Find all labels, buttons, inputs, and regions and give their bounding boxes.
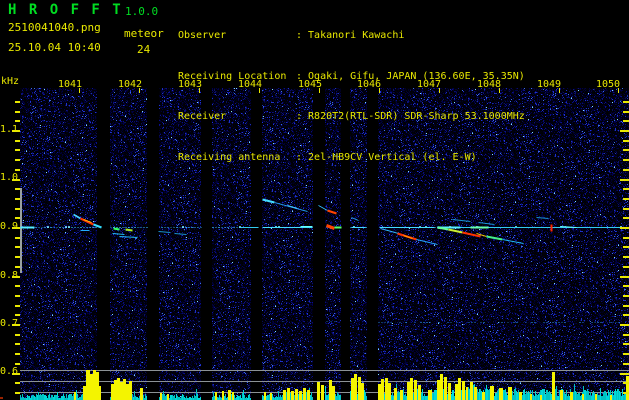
x-axis-label: 1046 [356, 79, 382, 90]
y-axis-label: 0.9 [0, 221, 19, 232]
y-axis-label: 0.8 [0, 270, 19, 281]
y-axis-label: 1.0 [0, 172, 19, 183]
info-row-location: Receiving Location: Ogaki, Gifu, JAPAN (… [178, 70, 525, 84]
info-row-observer: Observer : Takanori Kawachi [178, 29, 525, 43]
info-value: : Takanori Kawachi [296, 30, 405, 41]
x-axis-label: 1048 [476, 79, 502, 90]
info-value: : R820T2(RTL-SDR) SDR-Sharp 53.1000MHz [296, 111, 525, 122]
x-axis-label: 1050 [595, 79, 621, 90]
y-axis-label: 0.6 [0, 366, 19, 377]
output-filename: 2510041040.png [8, 21, 101, 34]
info-label: Observer [178, 30, 227, 41]
x-axis-label: 1042 [117, 79, 143, 90]
meteor-echo-count: 24 [137, 43, 151, 56]
y-axis-label: 1.1 [0, 124, 19, 135]
info-label: Receiver [178, 111, 227, 122]
info-row-receiver: Receiver : R820T2(RTL-SDR) SDR-Sharp 53.1… [178, 110, 525, 124]
info-label: Receiving antenna [178, 151, 281, 163]
x-axis-label: 1043 [177, 79, 203, 90]
station-info: Observer : Takanori Kawachi Receiving Loc… [178, 2, 525, 191]
y-axis-label: 0.7 [0, 318, 19, 329]
info-row-antenna: Receiving antenna : 2el-HB9CV Vertical (e… [178, 151, 525, 165]
x-axis-label: 1044 [237, 79, 263, 90]
info-value: : 2el-HB9CV Vertical (el. E-W) [296, 151, 477, 163]
x-axis-label: 1041 [57, 79, 83, 90]
app-version: 1.0.0 [125, 5, 159, 18]
app-title: H R O F F T [8, 2, 123, 18]
x-axis-label: 1049 [536, 79, 562, 90]
mode-label: meteor [124, 27, 164, 40]
x-axis-label: 1047 [416, 79, 442, 90]
hrofft-screen: H R O F F T 1.0.0 2510041040.png meteor … [0, 0, 629, 400]
x-axis-label: 1045 [297, 79, 323, 90]
y-axis-unit: kHz [1, 76, 20, 87]
observation-datetime: 25.10.04 10:40 [8, 41, 101, 54]
